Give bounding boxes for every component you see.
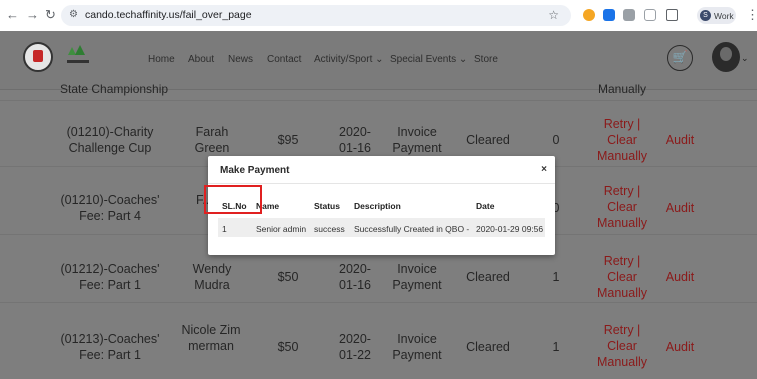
- table-row: (01213)-Coaches' Fee: Part 1 Nicole Zimm…: [0, 302, 757, 379]
- extension-icon[interactable]: [603, 9, 615, 21]
- row-status: Cleared: [466, 133, 510, 147]
- row-person: Farah Green: [194, 125, 230, 155]
- nav-contact[interactable]: Contact: [267, 54, 301, 65]
- user-avatar[interactable]: [712, 42, 740, 72]
- cell-date: 2020-01-29 09:56: [476, 224, 544, 234]
- highlight-box: [204, 185, 262, 214]
- address-bar[interactable]: ⚙ cando.techaffinity.us/fail_over_page ☆: [61, 5, 571, 26]
- reload-icon[interactable]: ↻: [45, 8, 56, 22]
- nav-store[interactable]: Store: [474, 54, 498, 65]
- col-status: Status: [314, 201, 340, 211]
- nav-news[interactable]: News: [228, 54, 253, 65]
- camera-icon[interactable]: [623, 9, 635, 21]
- tab-icon[interactable]: [644, 9, 656, 21]
- modal-header: Make Payment ×: [208, 156, 555, 184]
- modal-title: Make Payment: [220, 165, 290, 176]
- row-audit-link[interactable]: Audit: [662, 269, 698, 285]
- row-amount: $95: [277, 133, 299, 147]
- profile-initial: S: [700, 10, 711, 21]
- cell-sl-no: 1: [222, 224, 227, 234]
- row-count: 1: [552, 270, 560, 284]
- row-event-name: (01210)-Charity Challenge Cup: [66, 125, 154, 155]
- site-info-icon[interactable]: ⚙: [69, 9, 78, 20]
- row-status: Cleared: [466, 270, 510, 284]
- row-count: 0: [552, 133, 560, 147]
- nav-home[interactable]: Home: [148, 54, 175, 65]
- row-status: Cleared: [466, 340, 510, 354]
- row-retry-clear-link[interactable]: Retry | Clear Manually: [596, 322, 648, 370]
- row-retry-clear-link[interactable]: Retry | Clear Manually: [596, 183, 648, 231]
- col-date: Date: [476, 201, 495, 211]
- cell-name: Senior admin: [256, 224, 307, 234]
- cell-description: Successfully Created in QBO -: [354, 224, 470, 234]
- back-icon[interactable]: ←: [6, 8, 19, 22]
- col-description: Description: [354, 201, 401, 211]
- row-audit-link[interactable]: Audit: [662, 132, 698, 148]
- brand-logo[interactable]: [60, 41, 96, 73]
- browser-toolbar: ← → ↻ ⚙ cando.techaffinity.us/fail_over_…: [0, 0, 757, 32]
- row-amount: $50: [277, 270, 299, 284]
- row-amount: $50: [277, 340, 299, 354]
- forward-icon[interactable]: →: [26, 8, 39, 22]
- nav-activity-sport[interactable]: Activity/Sport ⌄: [314, 54, 384, 65]
- chevron-down-icon[interactable]: ⌄: [741, 53, 749, 64]
- nav-about[interactable]: About: [188, 54, 214, 65]
- profile-label: Work: [714, 11, 734, 21]
- url-text[interactable]: cando.techaffinity.us/fail_over_page: [85, 9, 252, 21]
- row-type: Invoice Payment: [392, 262, 442, 292]
- row-date: 2020-01-22: [339, 332, 371, 362]
- row-event-name: (01212)-Coaches' Fee: Part 1: [60, 262, 160, 292]
- row-type: Invoice Payment: [392, 332, 442, 362]
- cart-icon[interactable]: 🛒: [667, 45, 693, 71]
- bookmark-star-icon[interactable]: ☆: [548, 8, 559, 22]
- row-person: Wendy Mudra: [192, 262, 232, 292]
- row-audit-link[interactable]: Audit: [662, 339, 698, 355]
- row-person: Nicole Zimmerman: [181, 323, 241, 353]
- row-count: 1: [552, 340, 560, 354]
- browser-menu-icon[interactable]: ⋮: [746, 7, 757, 23]
- extensions-puzzle-icon[interactable]: [666, 9, 678, 21]
- row-event-name: (01213)-Coaches' Fee: Part 1: [60, 332, 160, 362]
- row-audit-link[interactable]: Audit: [662, 200, 698, 216]
- row-event-name: (01210)-Coaches' Fee: Part 4: [60, 193, 160, 223]
- row-event-name: State Championship: [60, 82, 169, 96]
- row-type: Invoice Payment: [392, 125, 442, 155]
- cell-status: success: [314, 224, 345, 234]
- row-date: 2020-01-16: [339, 262, 371, 292]
- row-retry-clear-link[interactable]: Retry | Clear Manually: [596, 253, 648, 301]
- row-retry-clear-link[interactable]: Retry | Clear Manually: [596, 116, 648, 164]
- row-action-partial[interactable]: Manually: [598, 82, 646, 96]
- nav-special-events[interactable]: Special Events ⌄: [390, 54, 467, 65]
- profile-button[interactable]: S Work: [697, 7, 736, 24]
- extension-icon[interactable]: [583, 9, 595, 21]
- close-icon[interactable]: ×: [541, 164, 547, 175]
- row-date: 2020-01-16: [339, 125, 371, 155]
- club-logo[interactable]: [23, 42, 53, 72]
